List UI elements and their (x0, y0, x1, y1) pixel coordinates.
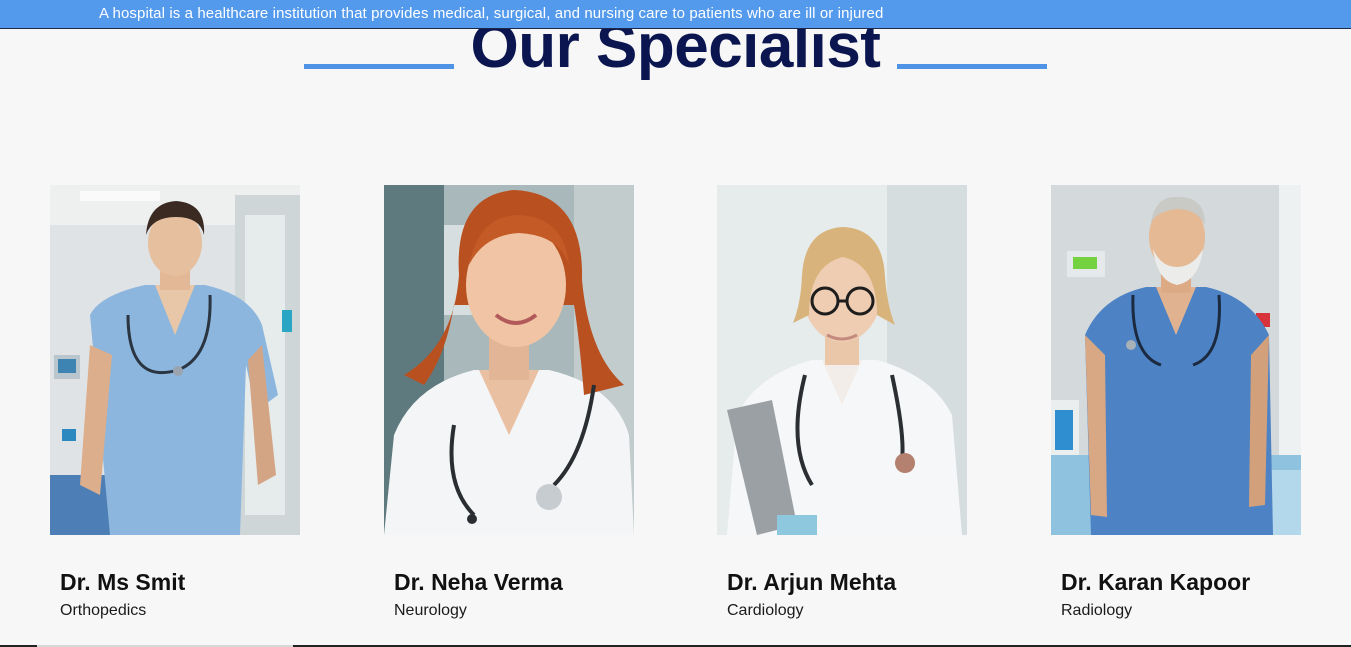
doctor-specialty: Orthopedics (60, 602, 147, 619)
doctor-specialty: Neurology (394, 602, 467, 619)
doctor-card[interactable]: Dr. Karan Kapoor Radiology (1051, 185, 1301, 619)
doctor-card[interactable]: Dr. Arjun Mehta Cardiology (717, 185, 967, 619)
doctor-photo (717, 185, 967, 535)
heading-divider-right (897, 64, 1047, 69)
doctor-specialty: Radiology (1061, 602, 1133, 619)
doctor-name: Dr. Neha Verma (394, 569, 563, 595)
doctor-name: Dr. Ms Smit (60, 569, 186, 595)
doctor-card[interactable]: Dr. Ms Smit Orthopedics (50, 185, 300, 619)
announcement-marquee: A hospital is a healthcare institution t… (0, 0, 1351, 29)
doctor-name: Dr. Arjun Mehta (727, 569, 897, 595)
doctor-photo (384, 185, 634, 535)
doctor-photo (50, 185, 300, 535)
doctor-card[interactable]: Dr. Neha Verma Neurology (384, 185, 634, 619)
doctor-specialty: Cardiology (727, 602, 804, 619)
doctor-name: Dr. Karan Kapoor (1061, 569, 1251, 595)
marquee-text: A hospital is a healthcare institution t… (99, 5, 884, 22)
doctor-photo (1051, 185, 1301, 535)
